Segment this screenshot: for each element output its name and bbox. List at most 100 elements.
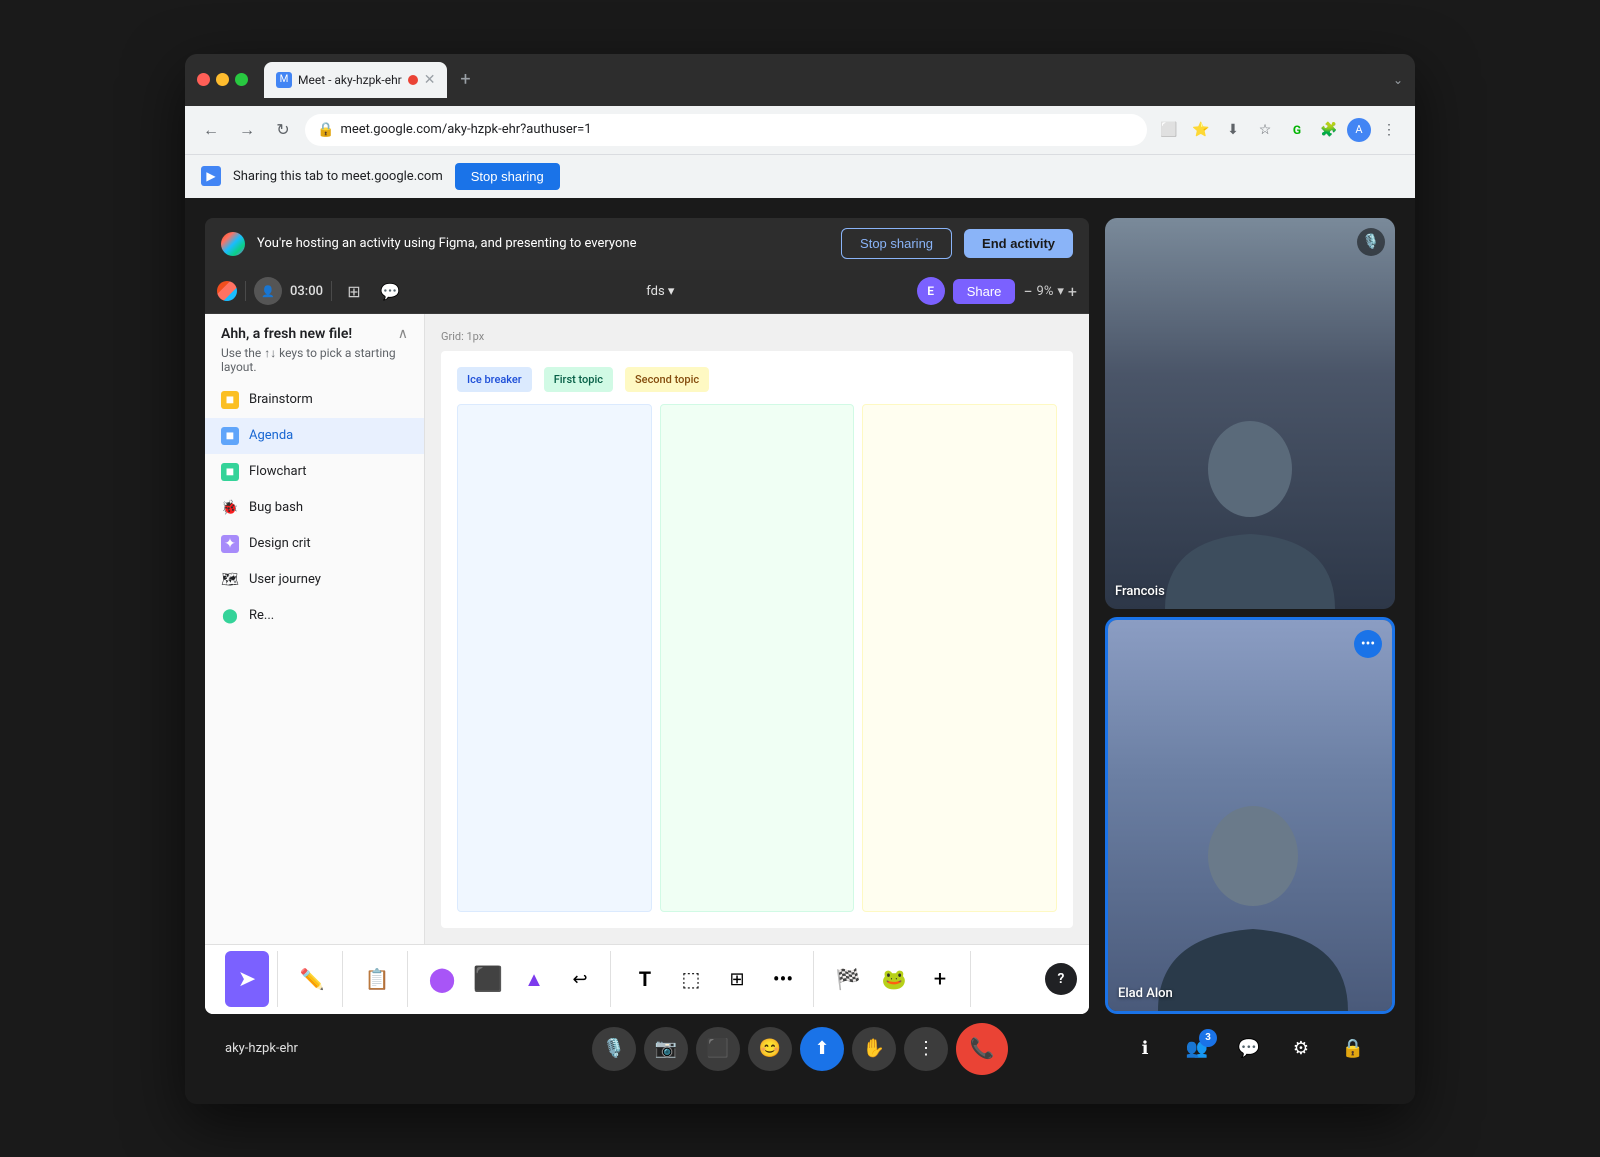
canvas-frame-2: [660, 404, 855, 912]
participants-button[interactable]: 👥 3: [1175, 1027, 1219, 1071]
sidebar-item-re[interactable]: ⬤ Re...: [205, 598, 424, 634]
sticky-note-tool-button[interactable]: 📋: [355, 951, 399, 1007]
figma-canvas[interactable]: Grid: 1px Ice breaker First topic Second…: [425, 314, 1089, 944]
close-window-button[interactable]: [197, 73, 210, 86]
zoom-dropdown-icon[interactable]: ▾: [1057, 284, 1064, 299]
end-call-button[interactable]: 📞: [956, 1023, 1008, 1075]
browser-stop-sharing-button[interactable]: Stop sharing: [455, 163, 560, 190]
arrow-tool-button[interactable]: ↩: [558, 951, 602, 1007]
safety-lock-button[interactable]: 🔒: [1331, 1027, 1375, 1071]
elad-name-tag: Elad Alon: [1118, 986, 1173, 1001]
rect-icon: ⬛: [473, 965, 503, 993]
figma-share-button[interactable]: Share: [953, 279, 1016, 304]
tab-close-button[interactable]: ✕: [424, 72, 436, 88]
present-button[interactable]: ⬆: [800, 1027, 844, 1071]
triangle-tool-button[interactable]: ▲: [512, 951, 556, 1007]
design-crit-icon: ✦: [221, 535, 239, 553]
more-options-button[interactable]: ⋮: [904, 1027, 948, 1071]
triangle-icon: ▲: [524, 967, 544, 992]
emoji-1-button[interactable]: 🏁: [826, 951, 870, 1007]
sidebar-collapse-icon[interactable]: ∧: [398, 326, 408, 342]
zoom-out-button[interactable]: −: [1023, 282, 1032, 301]
sidebar-item-label: Brainstorm: [249, 392, 313, 407]
pages-icon[interactable]: ⊞: [340, 277, 368, 305]
meet-right-controls: ℹ 👥 3 💬 ⚙ 🔒: [1123, 1027, 1375, 1071]
room-code: aky-hzpk-ehr: [225, 1041, 298, 1056]
activities-button[interactable]: ⚙: [1279, 1027, 1323, 1071]
forward-button[interactable]: →: [233, 116, 261, 144]
active-tab[interactable]: M Meet - aky-hzpk-ehr ✕: [264, 62, 447, 98]
elad-more-options-button[interactable]: •••: [1354, 630, 1382, 658]
back-button[interactable]: ←: [197, 116, 225, 144]
end-activity-button[interactable]: End activity: [964, 229, 1073, 258]
francois-name-tag: Francois: [1115, 584, 1165, 599]
comment-icon[interactable]: 💬: [376, 277, 404, 305]
menu-icon[interactable]: ⋮: [1375, 116, 1403, 144]
bug-bash-icon: 🐞: [221, 499, 239, 517]
star-icon[interactable]: ☆: [1251, 116, 1279, 144]
sticky-note-ice-breaker: Ice breaker: [457, 367, 532, 392]
select-tool-button[interactable]: ➤: [225, 951, 269, 1007]
bookmark-icon[interactable]: ⭐: [1187, 116, 1215, 144]
address-bar[interactable]: 🔒 meet.google.com/aky-hzpk-ehr?authuser=…: [305, 114, 1147, 146]
pen-icon: ✏️: [300, 967, 325, 991]
sidebar-header-sub: Use the ↑↓ keys to pick a starting layou…: [221, 346, 408, 374]
draw-tools: ✏️: [282, 951, 343, 1007]
sidebar-item-bug-bash[interactable]: 🐞 Bug bash: [205, 490, 424, 526]
frame-tool-button[interactable]: ⬚: [669, 951, 713, 1007]
sidebar-item-flowchart[interactable]: ■ Flowchart: [205, 454, 424, 490]
sticky-note-first-topic: First topic: [544, 367, 613, 392]
user-journey-icon: 🗺: [221, 571, 239, 589]
text-tools: T ⬚ ⊞ •••: [615, 951, 814, 1007]
sidebar-item-label: Re...: [249, 608, 274, 623]
circle-tool-button[interactable]: ⬤: [420, 951, 464, 1007]
help-button[interactable]: ?: [1045, 963, 1077, 995]
new-tab-button[interactable]: +: [451, 66, 479, 94]
figma-body: Ahh, a fresh new file! ∧ Use the ↑↓ keys…: [205, 314, 1089, 944]
emoji-2-icon: 🐸: [882, 967, 907, 991]
reload-button[interactable]: ↻: [269, 116, 297, 144]
zoom-control: − 9% ▾ +: [1023, 282, 1077, 301]
figma-menu-icon[interactable]: [217, 281, 237, 301]
francois-video-bg: [1105, 218, 1395, 609]
canvas-frame-3: [862, 404, 1057, 912]
figma-app: 👤 03:00 ⊞ 💬 fds ▾ E Share − 9%: [205, 270, 1089, 1014]
sidebar-header: Ahh, a fresh new file! ∧ Use the ↑↓ keys…: [205, 314, 424, 382]
meeting-info-button[interactable]: ℹ: [1123, 1027, 1167, 1071]
sidebar-item-design-crit[interactable]: ✦ Design crit: [205, 526, 424, 562]
add-emoji-button[interactable]: +: [918, 951, 962, 1007]
emoji-reaction-button[interactable]: 😊: [748, 1027, 792, 1071]
rect-tool-button[interactable]: ⬛: [466, 951, 510, 1007]
tab-title: Meet - aky-hzpk-ehr: [298, 73, 402, 87]
zoom-in-button[interactable]: +: [1068, 282, 1077, 301]
download-icon[interactable]: ⬇: [1219, 116, 1247, 144]
cast-icon[interactable]: ⬜: [1155, 116, 1183, 144]
table-tool-button[interactable]: ⊞: [715, 951, 759, 1007]
text-tool-button[interactable]: T: [623, 951, 667, 1007]
camera-button[interactable]: 📷: [644, 1027, 688, 1071]
sidebar-item-user-journey[interactable]: 🗺 User journey: [205, 562, 424, 598]
captions-button[interactable]: ⬛: [696, 1027, 740, 1071]
sharing-icon: ▶: [201, 166, 221, 186]
figma-toolbar: 👤 03:00 ⊞ 💬 fds ▾ E Share − 9%: [205, 270, 1089, 314]
raise-hand-button[interactable]: ✋: [852, 1027, 896, 1071]
canvas-frame-1: [457, 404, 652, 912]
title-bar: M Meet - aky-hzpk-ehr ✕ + ⌄: [185, 54, 1415, 106]
emoji-2-button[interactable]: 🐸: [872, 951, 916, 1007]
extensions-icon[interactable]: 🧩: [1315, 116, 1343, 144]
sidebar-item-brainstorm[interactable]: ■ Brainstorm: [205, 382, 424, 418]
sidebar-item-agenda[interactable]: ■ Agenda: [205, 418, 424, 454]
profile-avatar[interactable]: A: [1347, 118, 1371, 142]
minimize-window-button[interactable]: [216, 73, 229, 86]
elad-video-bg: [1108, 620, 1392, 1011]
figma-bottom-toolbar: ➤ ✏️ 📋: [205, 944, 1089, 1014]
file-name: fds ▾: [646, 284, 674, 299]
chat-button[interactable]: 💬: [1227, 1027, 1271, 1071]
microphone-button[interactable]: 🎙️: [592, 1027, 636, 1071]
stop-sharing-button[interactable]: Stop sharing: [841, 228, 952, 259]
sidebar-item-label: Flowchart: [249, 464, 307, 479]
more-tools-button[interactable]: •••: [761, 951, 805, 1007]
curved-arrow-icon: ↩: [572, 969, 587, 990]
maximize-window-button[interactable]: [235, 73, 248, 86]
pen-tool-button[interactable]: ✏️: [290, 951, 334, 1007]
